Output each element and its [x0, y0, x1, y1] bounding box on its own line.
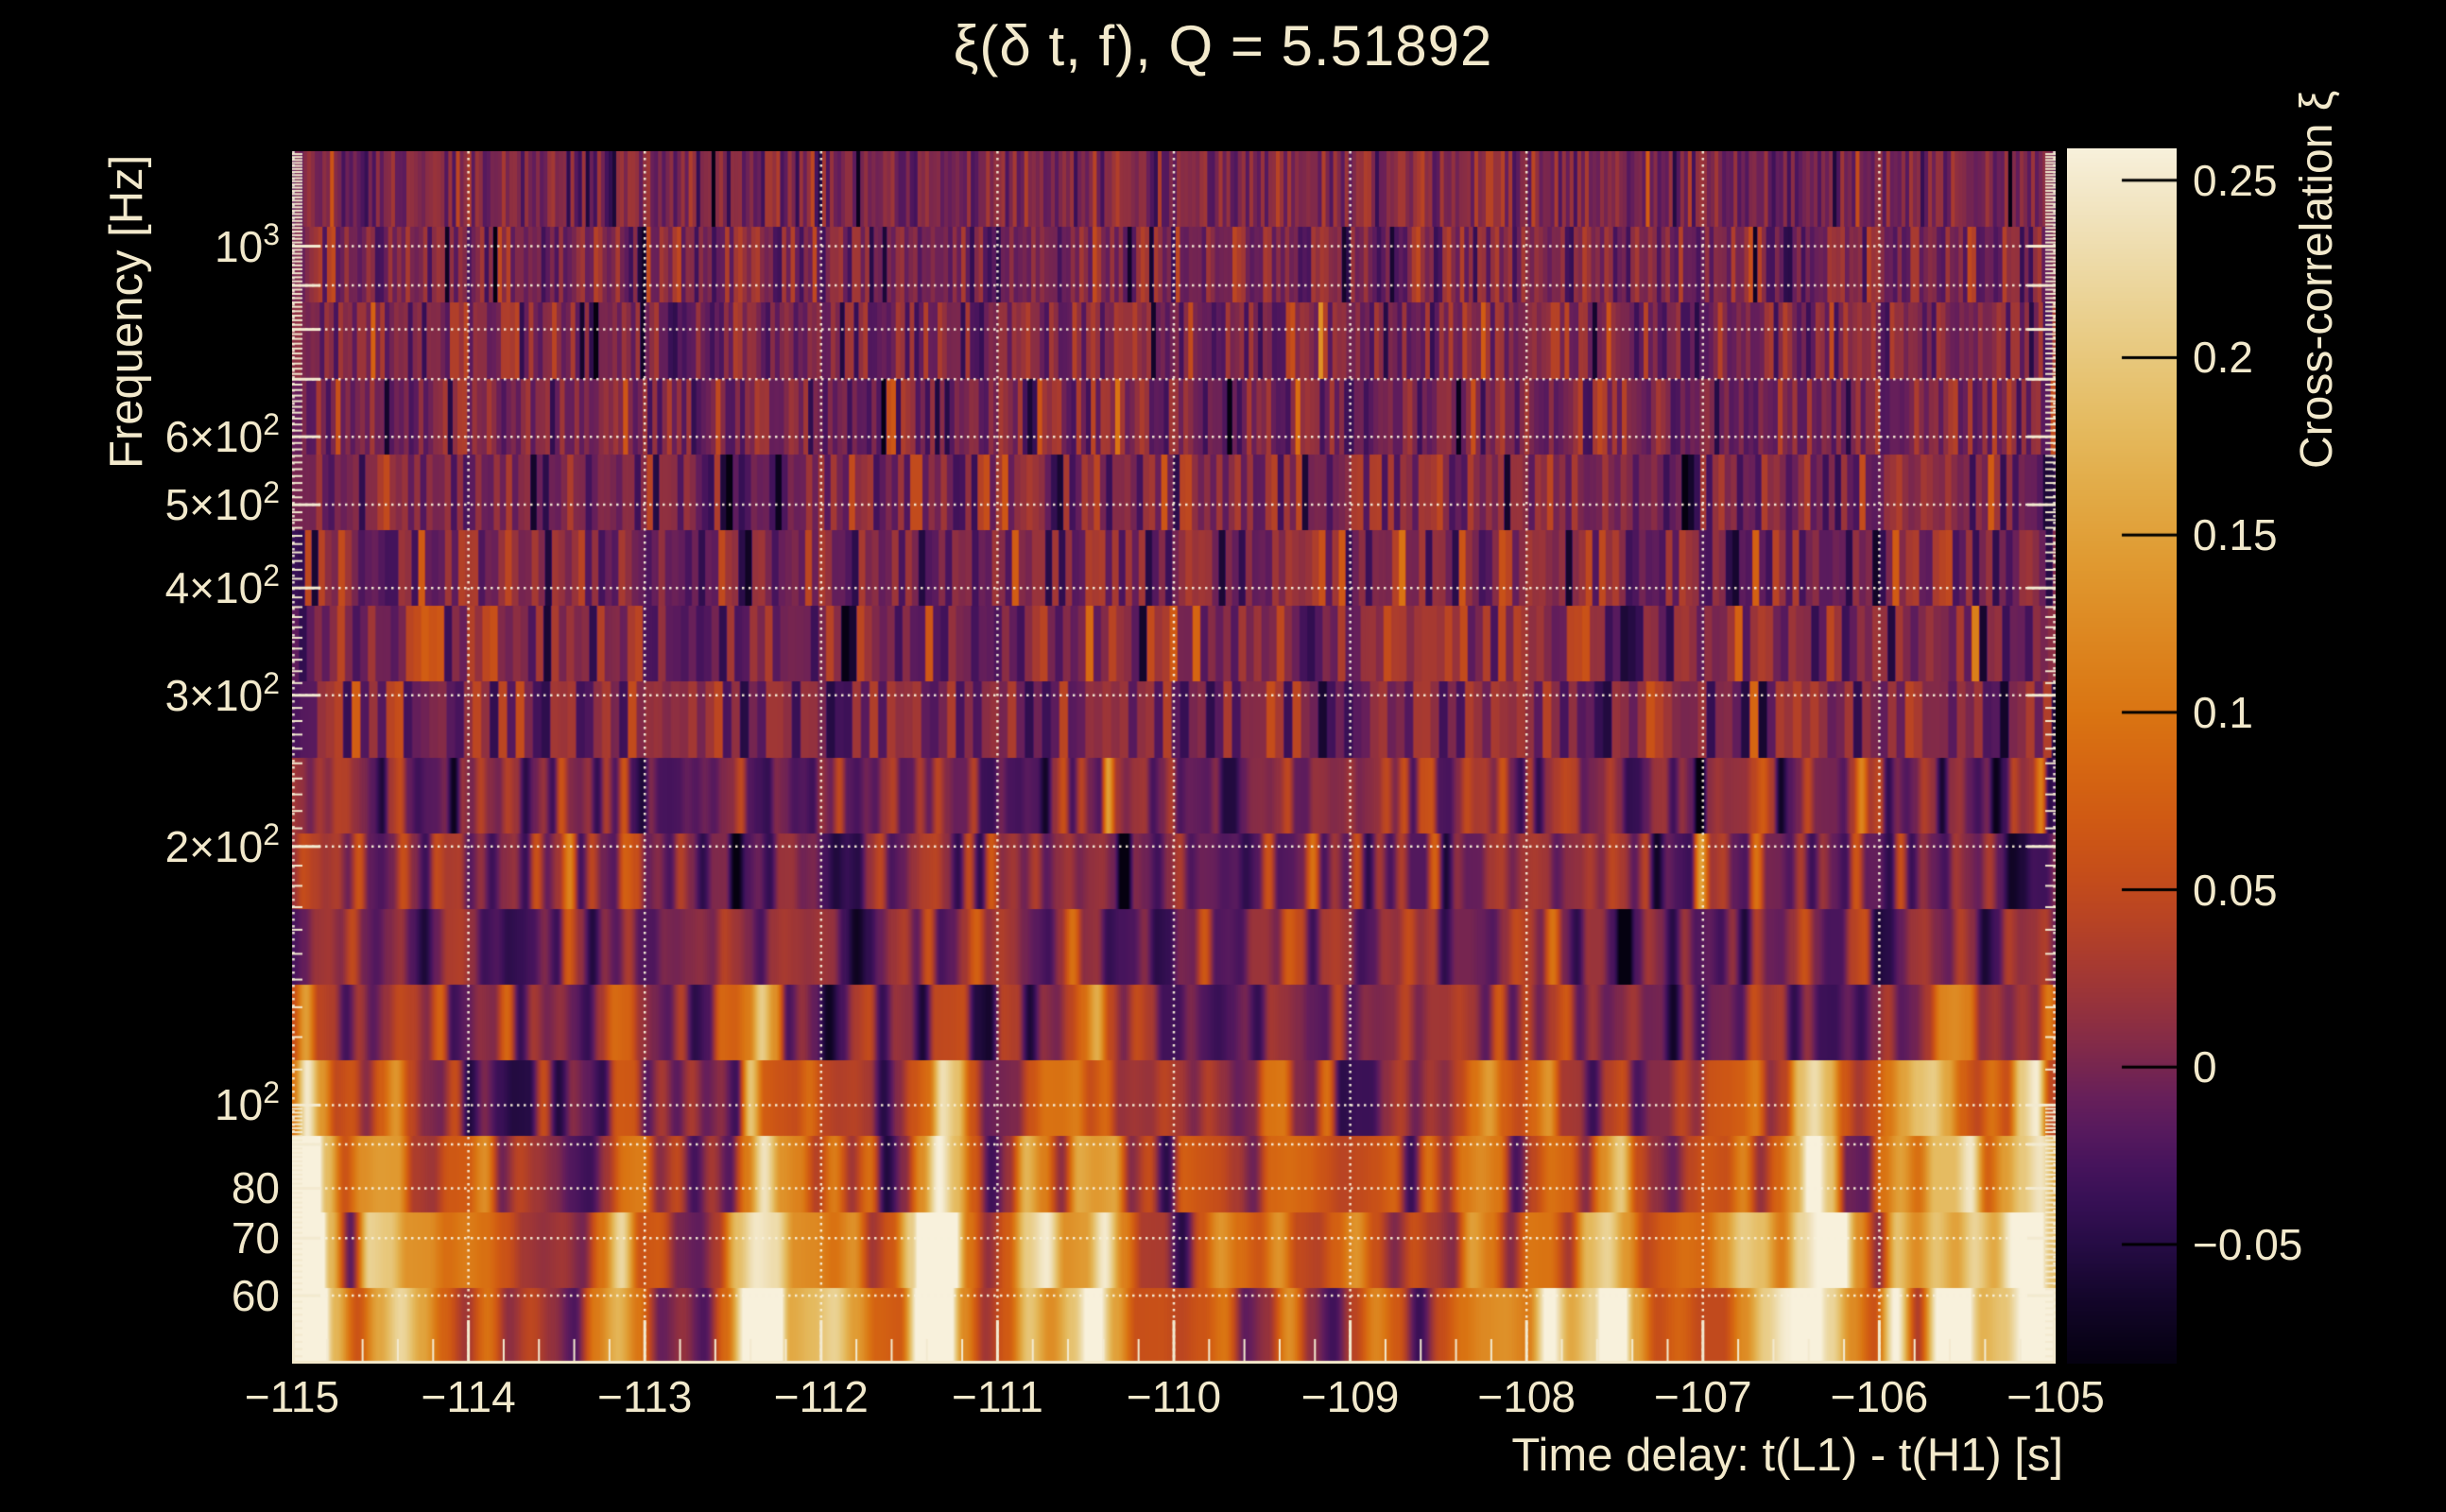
x-axis-title: Time delay: t(L1) - t(H1) [s]	[1511, 1429, 2063, 1482]
x-tick-label: −112	[774, 1375, 869, 1418]
x-tick-label: −109	[1301, 1375, 1400, 1418]
x-tick-label: −108	[1477, 1375, 1576, 1418]
colorbar-tick-label: 0.1	[2193, 691, 2253, 734]
colorbar-canvas	[2067, 148, 2177, 1364]
x-tick-label: −110	[1127, 1375, 1221, 1418]
x-tick-label: −106	[1831, 1375, 1929, 1418]
figure: ξ(δ t, f), Q = 5.51892 Frequency [Hz] 10…	[0, 0, 2446, 1512]
y-tick-label: 6×102	[0, 415, 280, 458]
colorbar-tick-label: 0.05	[2193, 868, 2278, 912]
y-tick-label: 70	[0, 1216, 280, 1260]
colorbar-tick-label: −0.05	[2193, 1223, 2302, 1266]
y-tick-label: 103	[0, 225, 280, 268]
y-tick-label: 80	[0, 1166, 280, 1210]
x-tick-label: −114	[421, 1375, 515, 1418]
x-tick-label: −105	[2007, 1375, 2105, 1418]
y-tick-label: 3×102	[0, 674, 280, 717]
heatmap-canvas	[292, 151, 2056, 1364]
x-tick-label: −115	[245, 1375, 339, 1418]
chart-title: ξ(δ t, f), Q = 5.51892	[0, 13, 2446, 78]
colorbar-title: Cross-correlation ξ	[2291, 147, 2343, 469]
y-tick-label: 5×102	[0, 483, 280, 526]
x-tick-label: −107	[1654, 1375, 1752, 1418]
x-tick-label: −111	[952, 1375, 1043, 1418]
x-tick-label: −113	[597, 1375, 692, 1418]
y-tick-label: 2×102	[0, 825, 280, 868]
y-tick-label: 4×102	[0, 566, 280, 610]
y-tick-label: 60	[0, 1274, 280, 1317]
y-tick-label: 102	[0, 1083, 280, 1126]
colorbar-tick-label: 0.2	[2193, 335, 2253, 379]
colorbar-tick-label: 0	[2193, 1045, 2217, 1089]
colorbar-tick-label: 0.25	[2193, 159, 2278, 202]
colorbar-tick-label: 0.15	[2193, 513, 2278, 557]
